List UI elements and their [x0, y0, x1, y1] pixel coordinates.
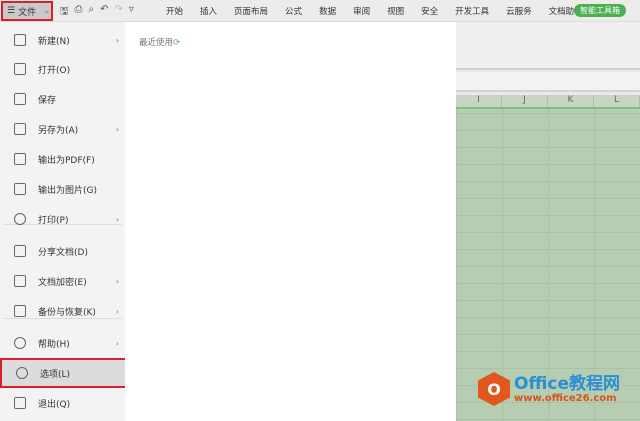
menu-item-0[interactable]: 新建(N) ›	[0, 25, 125, 55]
tab-0[interactable]: 开始	[166, 5, 183, 17]
menu-item-icon	[16, 367, 28, 379]
menu-item-label: 文档加密(E)	[38, 277, 87, 288]
chevron-right-icon: ›	[115, 306, 119, 316]
menu-item-icon	[14, 305, 26, 317]
menu-item-icon	[14, 63, 26, 75]
menu-item-3[interactable]: 另存为(A) ›	[0, 114, 125, 144]
menu-item-icon	[14, 275, 26, 287]
tab-3[interactable]: 公式	[285, 5, 302, 17]
menu-item-label: 输出为PDF(F)	[38, 155, 95, 166]
file-menu: 新建(N) › 打开(O) 保存另存为(A) › 输出为PDF(F) 输出为图片(G) 打印(…	[0, 22, 128, 421]
menu-item-9[interactable]: 备份与恢复(K) ›	[0, 296, 125, 326]
tab-8[interactable]: 开发工具	[455, 5, 489, 17]
menu-item-label: 打印(P)	[38, 215, 69, 226]
menu-item-10[interactable]: 帮助(H) ›	[0, 328, 125, 358]
menu-item-label: 备份与恢复(K)	[38, 307, 96, 318]
ribbon-tabs: 开始 插入 页面布局 公式 数据 审阅 视图 安全 开发工具 云服务 文档助手	[166, 5, 600, 17]
menu-item-icon	[14, 183, 26, 195]
menu-item-11[interactable]: 选项(L)	[0, 358, 128, 388]
undo-icon[interactable]: ↶	[100, 4, 108, 21]
chevron-right-icon: ›	[115, 276, 119, 286]
column-header[interactable]: I	[456, 95, 502, 107]
menu-item-7[interactable]: 分享文档(D)	[0, 236, 125, 266]
tab-5[interactable]: 审阅	[353, 5, 370, 17]
menu-item-icon	[14, 93, 26, 105]
menu-item-icon	[14, 123, 26, 135]
tab-1[interactable]: 插入	[200, 5, 217, 17]
menu-item-label: 另存为(A)	[38, 125, 79, 136]
menu-item-6[interactable]: 打印(P) ›	[0, 204, 125, 234]
menu-item-4[interactable]: 输出为PDF(F)	[0, 144, 125, 174]
tab-6[interactable]: 视图	[387, 5, 404, 17]
menu-item-label: 保存	[38, 95, 57, 106]
menu-item-icon	[14, 34, 26, 46]
menu-item-icon	[14, 245, 26, 257]
menu-item-label: 帮助(H)	[38, 339, 70, 350]
menu-item-1[interactable]: 打开(O)	[0, 54, 125, 84]
menu-item-label: 分享文档(D)	[38, 247, 88, 258]
menu-item-label: 新建(N)	[38, 36, 70, 47]
menu-item-label: 选项(L)	[40, 369, 71, 380]
recent-panel: 最近使用⟳	[125, 22, 456, 421]
redo-icon[interactable]: ↷	[115, 4, 123, 21]
tab-2[interactable]: 页面布局	[234, 5, 268, 17]
menu-item-label: 退出(Q)	[38, 399, 71, 410]
refresh-icon[interactable]: ⟳	[173, 38, 180, 48]
chevron-right-icon: ›	[115, 338, 119, 348]
column-header[interactable]: J	[502, 95, 548, 107]
save-icon[interactable]: 🖫	[60, 4, 69, 21]
menu-item-icon	[14, 397, 26, 409]
file-menu-button[interactable]: ☰ 文件 ⌄	[1, 1, 53, 21]
tab-7[interactable]: 安全	[421, 5, 438, 17]
chevron-right-icon: ›	[115, 124, 119, 134]
dropdown-icon[interactable]: ▿	[129, 4, 134, 21]
menu-item-label: 打开(O)	[38, 65, 71, 76]
menu-item-5[interactable]: 输出为图片(G)	[0, 174, 125, 204]
title-bar: ☰ 文件 ⌄ 🖫 ⎙ ⌕ ↶ ↷ ▿ 开始 插入 页面布局 公式 数据 审阅 视图 安全 开发工具 云服务 文档助…	[0, 0, 640, 22]
watermark-logo: O Office教程网 www.office26.com	[478, 372, 620, 406]
recent-label: 最近使用⟳	[139, 38, 181, 48]
menu-item-2[interactable]: 保存	[0, 84, 125, 114]
menu-icon: ☰	[7, 6, 16, 16]
column-header[interactable]: L	[594, 95, 640, 107]
column-headers: IJKL	[456, 95, 640, 109]
quick-access-toolbar: 🖫 ⎙ ⌕ ↶ ↷ ▿	[60, 4, 134, 21]
print-icon[interactable]: ⎙	[75, 4, 83, 21]
chevron-right-icon: ›	[115, 35, 119, 45]
menu-item-icon	[14, 213, 26, 225]
column-header[interactable]: K	[548, 95, 594, 107]
tab-9[interactable]: 云服务	[506, 5, 532, 17]
menu-item-8[interactable]: 文档加密(E) ›	[0, 266, 125, 296]
preview-icon[interactable]: ⌕	[89, 4, 95, 21]
smart-tools-button[interactable]: 智能工具箱	[574, 4, 626, 17]
chevron-down-icon: ⌄	[43, 6, 51, 16]
tab-4[interactable]: 数据	[319, 5, 336, 17]
menu-item-12[interactable]: 退出(Q)	[0, 388, 125, 418]
chevron-right-icon: ›	[115, 214, 119, 224]
menu-item-icon	[14, 337, 26, 349]
menu-item-label: 输出为图片(G)	[38, 185, 97, 196]
menu-item-icon	[14, 153, 26, 165]
office-logo-icon: O	[478, 372, 510, 406]
